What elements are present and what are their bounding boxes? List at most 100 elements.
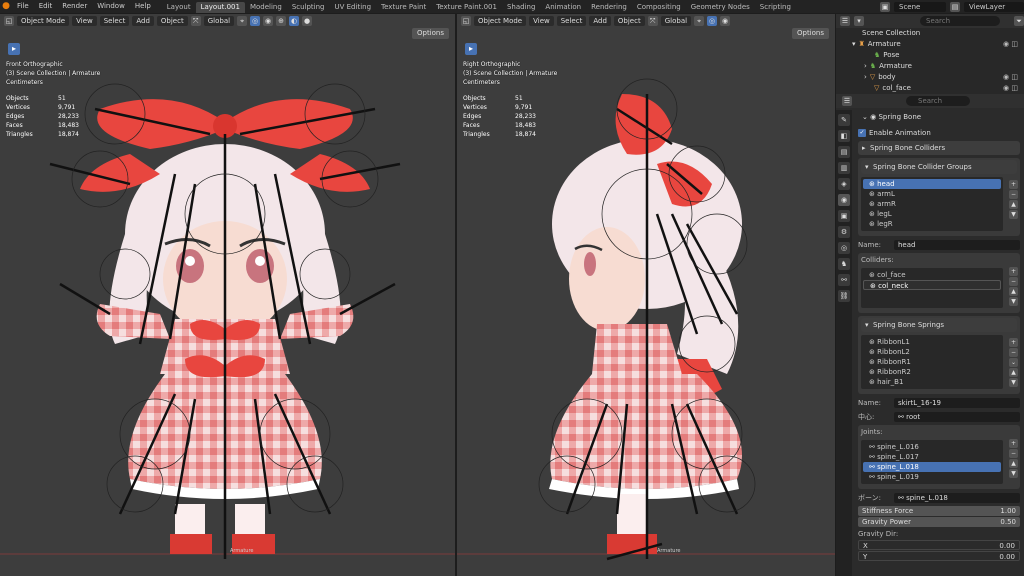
remove-icon[interactable]: − bbox=[1009, 277, 1018, 286]
tab-layout[interactable]: Layout bbox=[162, 2, 196, 13]
options-button[interactable]: Options bbox=[791, 28, 829, 39]
list-item[interactable]: ⊛ head bbox=[863, 179, 1001, 189]
menu-edit[interactable]: Edit bbox=[34, 0, 58, 13]
move-up-icon[interactable]: ▲ bbox=[1009, 200, 1018, 209]
tab-animation[interactable]: Animation bbox=[540, 2, 586, 13]
transform-orientation-icon[interactable]: ⤧ bbox=[647, 15, 658, 26]
transform-orientation-icon[interactable]: ⤧ bbox=[190, 15, 201, 26]
outliner-row[interactable]: ♞ Pose bbox=[836, 50, 1024, 61]
snap-icon[interactable]: ⌖ bbox=[237, 15, 248, 26]
display-mode-icon[interactable]: ▾ bbox=[854, 16, 864, 26]
list-item[interactable]: ⚯ spine_L.016 bbox=[863, 442, 1001, 452]
spring-name-field[interactable]: skirtL_16-19 bbox=[894, 398, 1020, 408]
center-field[interactable]: ⚯ root bbox=[894, 412, 1020, 422]
blender-logo-icon[interactable]: ● bbox=[0, 0, 12, 13]
properties-search[interactable]: Search bbox=[906, 96, 970, 106]
move-down-icon[interactable]: ▼ bbox=[1009, 297, 1018, 306]
editor-type-icon[interactable]: ☰ bbox=[840, 16, 850, 26]
list-item[interactable]: ⊛ RibbonL2 bbox=[863, 347, 1001, 357]
select-menu[interactable]: Select bbox=[556, 15, 587, 26]
view-layer-tab-icon[interactable]: ▥ bbox=[838, 162, 850, 174]
outliner-row[interactable]: Scene Collection bbox=[836, 28, 1024, 39]
menu-help[interactable]: Help bbox=[130, 0, 156, 13]
view-layer-field[interactable]: ViewLayer bbox=[964, 1, 1024, 12]
output-tab-icon[interactable]: ▤ bbox=[838, 146, 850, 158]
scene-tab-icon[interactable]: ◈ bbox=[838, 178, 850, 190]
tab-rendering[interactable]: Rendering bbox=[586, 2, 632, 13]
add-icon[interactable]: + bbox=[1009, 180, 1018, 189]
data-tab-icon[interactable]: ⛓ bbox=[838, 290, 850, 302]
snap-icon[interactable]: ⌖ bbox=[694, 15, 705, 26]
view-layer-icon[interactable]: ▤ bbox=[950, 1, 960, 12]
add-icon[interactable]: + bbox=[1009, 439, 1018, 448]
spring-bone-header[interactable]: ⌄ ◉ Spring Bone bbox=[858, 110, 1020, 124]
tab-scripting[interactable]: Scripting bbox=[755, 2, 796, 13]
move-down-icon[interactable]: ▼ bbox=[1009, 469, 1018, 478]
checkbox-icon[interactable]: ✓ bbox=[858, 129, 866, 137]
object-tab-icon[interactable]: ▣ bbox=[838, 210, 850, 222]
list-item[interactable]: ⚯ spine_L.019 bbox=[863, 472, 1001, 482]
group-name-field[interactable]: head bbox=[894, 240, 1020, 250]
visibility-icon[interactable]: ◉ bbox=[720, 15, 731, 26]
tab-layout-001[interactable]: Layout.001 bbox=[195, 1, 245, 13]
gravity-x-field[interactable]: X 0.00 bbox=[858, 540, 1020, 550]
overlay-icon[interactable]: ◐ bbox=[289, 15, 300, 26]
viewport-front[interactable]: ◱ Object Mode View Select Add Object ⤧ G… bbox=[0, 14, 455, 576]
menu-file[interactable]: File bbox=[12, 0, 34, 13]
modifier-tab-icon[interactable]: ⚙ bbox=[838, 226, 850, 238]
add-icon[interactable]: + bbox=[1009, 338, 1018, 347]
add-menu[interactable]: Add bbox=[589, 15, 611, 26]
list-item[interactable]: ⊛ legR bbox=[863, 219, 1001, 229]
scene-icon[interactable]: ▣ bbox=[880, 1, 890, 12]
eye-icon[interactable]: ◉ ◫ bbox=[1003, 83, 1018, 94]
tab-texture-paint[interactable]: Texture Paint bbox=[376, 2, 431, 13]
list-item[interactable]: ⚯ spine_L.018 bbox=[863, 462, 1001, 472]
move-down-icon[interactable]: ▼ bbox=[1009, 210, 1018, 219]
menu-icon[interactable]: ⌄ bbox=[1009, 358, 1018, 367]
list-item[interactable]: ⊛ col_neck bbox=[863, 280, 1001, 290]
list-item[interactable]: ⊛ RibbonL1 bbox=[863, 337, 1001, 347]
enable-animation-row[interactable]: ✓ Enable Animation bbox=[858, 127, 1020, 139]
remove-icon[interactable]: − bbox=[1009, 348, 1018, 357]
move-up-icon[interactable]: ▲ bbox=[1009, 287, 1018, 296]
armature-tab-icon[interactable]: ♞ bbox=[838, 258, 850, 270]
list-item[interactable]: ⊛ armL bbox=[863, 189, 1001, 199]
list-item[interactable]: ⊛ legL bbox=[863, 209, 1001, 219]
tab-geometry-nodes[interactable]: Geometry Nodes bbox=[686, 2, 755, 13]
object-menu[interactable]: Object bbox=[613, 15, 645, 26]
move-up-icon[interactable]: ▲ bbox=[1009, 368, 1018, 377]
expand-icon[interactable]: › bbox=[864, 72, 867, 83]
tab-modeling[interactable]: Modeling bbox=[245, 2, 287, 13]
mode-select[interactable]: Object Mode bbox=[474, 15, 527, 26]
move-down-icon[interactable]: ▼ bbox=[1009, 378, 1018, 387]
editor-type-icon[interactable]: ◱ bbox=[461, 15, 471, 26]
add-icon[interactable]: + bbox=[1009, 267, 1018, 276]
viewport-right[interactable]: ◱ Object Mode View Select Add Object ⤧ G… bbox=[457, 14, 835, 576]
remove-icon[interactable]: − bbox=[1009, 190, 1018, 199]
list-item[interactable]: ⊛ armR bbox=[863, 199, 1001, 209]
colliders-panel-header[interactable]: ▸ Spring Bone Colliders bbox=[858, 141, 1020, 155]
collider-groups-header[interactable]: ▾ Spring Bone Collider Groups bbox=[861, 160, 1017, 174]
list-item[interactable]: ⊛ col_face bbox=[863, 270, 1001, 280]
orientation-select[interactable]: Global bbox=[203, 15, 235, 26]
move-up-icon[interactable]: ▲ bbox=[1009, 459, 1018, 468]
tab-sculpting[interactable]: Sculpting bbox=[287, 2, 330, 13]
object-menu[interactable]: Object bbox=[156, 15, 188, 26]
list-item[interactable]: ⊛ hair_B1 bbox=[863, 377, 1001, 387]
gizmo-icon[interactable]: ⊕ bbox=[276, 15, 287, 26]
bone-tab-icon[interactable]: ⚯ bbox=[838, 274, 850, 286]
outliner-row[interactable]: ▽ col_face ◉ ◫ bbox=[836, 83, 1024, 94]
tool-tab-icon[interactable]: ✎ bbox=[838, 114, 850, 126]
add-menu[interactable]: Add bbox=[132, 15, 154, 26]
expand-icon[interactable]: › bbox=[864, 61, 867, 72]
tab-shading[interactable]: Shading bbox=[502, 2, 540, 13]
tab-texture-paint-001[interactable]: Texture Paint.001 bbox=[431, 2, 502, 13]
select-menu[interactable]: Select bbox=[99, 15, 130, 26]
springs-header[interactable]: ▾ Spring Bone Springs bbox=[861, 318, 1017, 332]
list-item[interactable]: ⚯ spine_L.017 bbox=[863, 452, 1001, 462]
gravity-y-field[interactable]: Y 0.00 bbox=[858, 551, 1020, 561]
menu-window[interactable]: Window bbox=[92, 0, 130, 13]
list-item[interactable]: ⊛ RibbonR2 bbox=[863, 367, 1001, 377]
physics-tab-icon[interactable]: ◎ bbox=[838, 242, 850, 254]
view-menu[interactable]: View bbox=[529, 15, 554, 26]
